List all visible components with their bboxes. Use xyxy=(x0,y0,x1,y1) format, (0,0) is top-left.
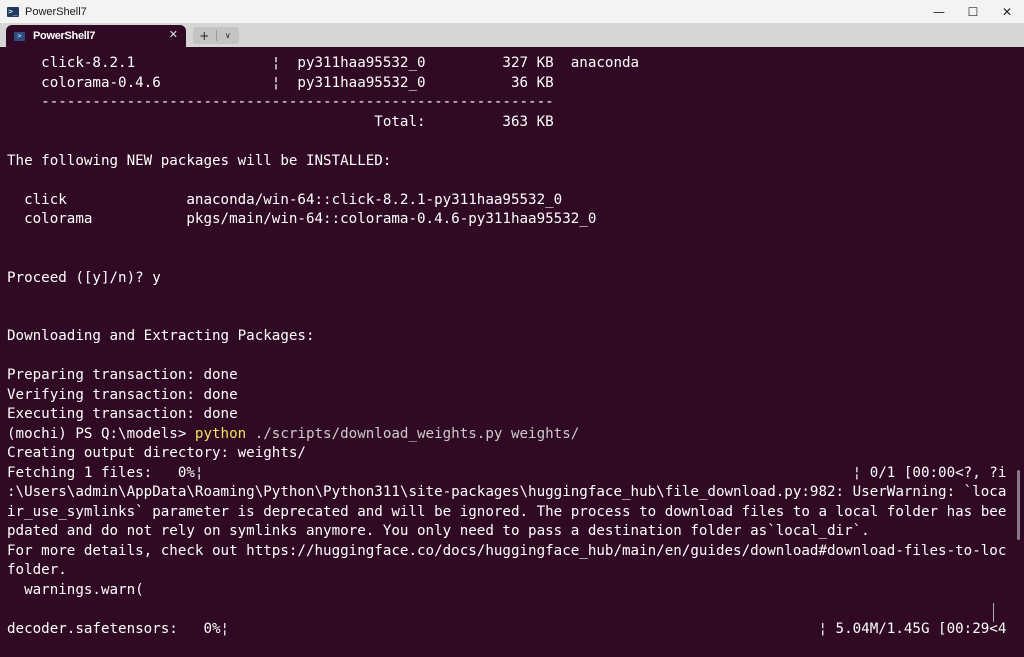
terminal-line: warnings.warn( xyxy=(7,581,144,598)
terminal-line: colorama pkgs/main/win-64::colorama-0.4.… xyxy=(7,211,597,227)
new-tab-group: + ∨ xyxy=(193,27,239,44)
terminal-line: colorama-0.4.6 ¦ py311haa95532_0 36 KB xyxy=(7,74,554,91)
chevron-down-icon[interactable]: ∨ xyxy=(217,27,240,44)
terminal-window: >_ PowerShell7 — ☐ ✕ > PowerShell7 ✕ + ∨… xyxy=(0,0,1024,657)
powershell-icon: > xyxy=(14,31,25,41)
terminal-line: Proceed ([y]/n)? y xyxy=(7,269,161,286)
terminal-line: The following NEW packages will be INSTA… xyxy=(7,152,392,169)
command-name: python xyxy=(194,425,247,442)
new-tab-button[interactable]: + xyxy=(193,27,216,44)
prompt-line: (mochi) PS Q:\models> python ./scripts/d… xyxy=(7,425,1007,445)
terminal-line: Total: 363 KB xyxy=(7,113,554,130)
terminal-line: Downloading and Extracting Packages: xyxy=(7,328,315,344)
close-button[interactable]: ✕ xyxy=(990,0,1024,23)
terminal-line: :\Users\admin\AppData\Roaming\Python\Pyt… xyxy=(7,484,1007,500)
terminal-line: Executing transaction: done xyxy=(7,406,238,422)
scrollbar[interactable] xyxy=(1017,470,1020,540)
terminal-line: Creating output directory: weights/ xyxy=(7,445,306,461)
window-title: PowerShell7 xyxy=(25,5,87,18)
maximize-button[interactable]: ☐ xyxy=(956,0,990,23)
terminal-output[interactable]: click-8.2.1 ¦ py311haa95532_0 327 KB ana… xyxy=(7,54,1007,654)
terminal-line: Preparing transaction: done xyxy=(7,367,238,383)
window-controls: — ☐ ✕ xyxy=(922,0,1024,23)
tab-powershell7[interactable]: > PowerShell7 ✕ xyxy=(6,25,186,47)
tab-strip: > PowerShell7 ✕ + ∨ xyxy=(0,23,1024,47)
text-cursor xyxy=(993,603,994,622)
terminal-line: click anaconda/win-64::click-8.2.1-py311… xyxy=(7,191,563,208)
progress-line: decoder.safetensors: 0%¦ ¦ 5.04M/1.45G [… xyxy=(7,620,1007,637)
terminal-line: pdated and do not rely on symlinks anymo… xyxy=(7,523,870,539)
powershell-icon: >_ xyxy=(7,6,19,17)
terminal-line: ir_use_symlinks` parameter is deprecated… xyxy=(7,503,1007,520)
terminal-line: folder. xyxy=(7,562,67,578)
command-args: ./scripts/download_weights.py weights/ xyxy=(246,425,580,442)
shell-prompt: (mochi) PS Q:\models> xyxy=(7,425,195,442)
tab-label: PowerShell7 xyxy=(33,30,96,42)
terminal-line: click-8.2.1 ¦ py311haa95532_0 327 KB ana… xyxy=(7,55,640,71)
terminal-line: Verifying transaction: done xyxy=(7,386,238,403)
tab-close-icon[interactable]: ✕ xyxy=(169,28,178,41)
title-bar[interactable]: >_ PowerShell7 — ☐ ✕ xyxy=(0,0,1024,23)
progress-line: Fetching 1 files: 0%¦ ¦ 0/1 [00:00<?, ?i… xyxy=(7,464,1007,481)
terminal-line: ----------------------------------------… xyxy=(7,94,554,110)
minimize-button[interactable]: — xyxy=(922,0,956,23)
terminal-line: For more details, check out https://hugg… xyxy=(7,542,1007,559)
